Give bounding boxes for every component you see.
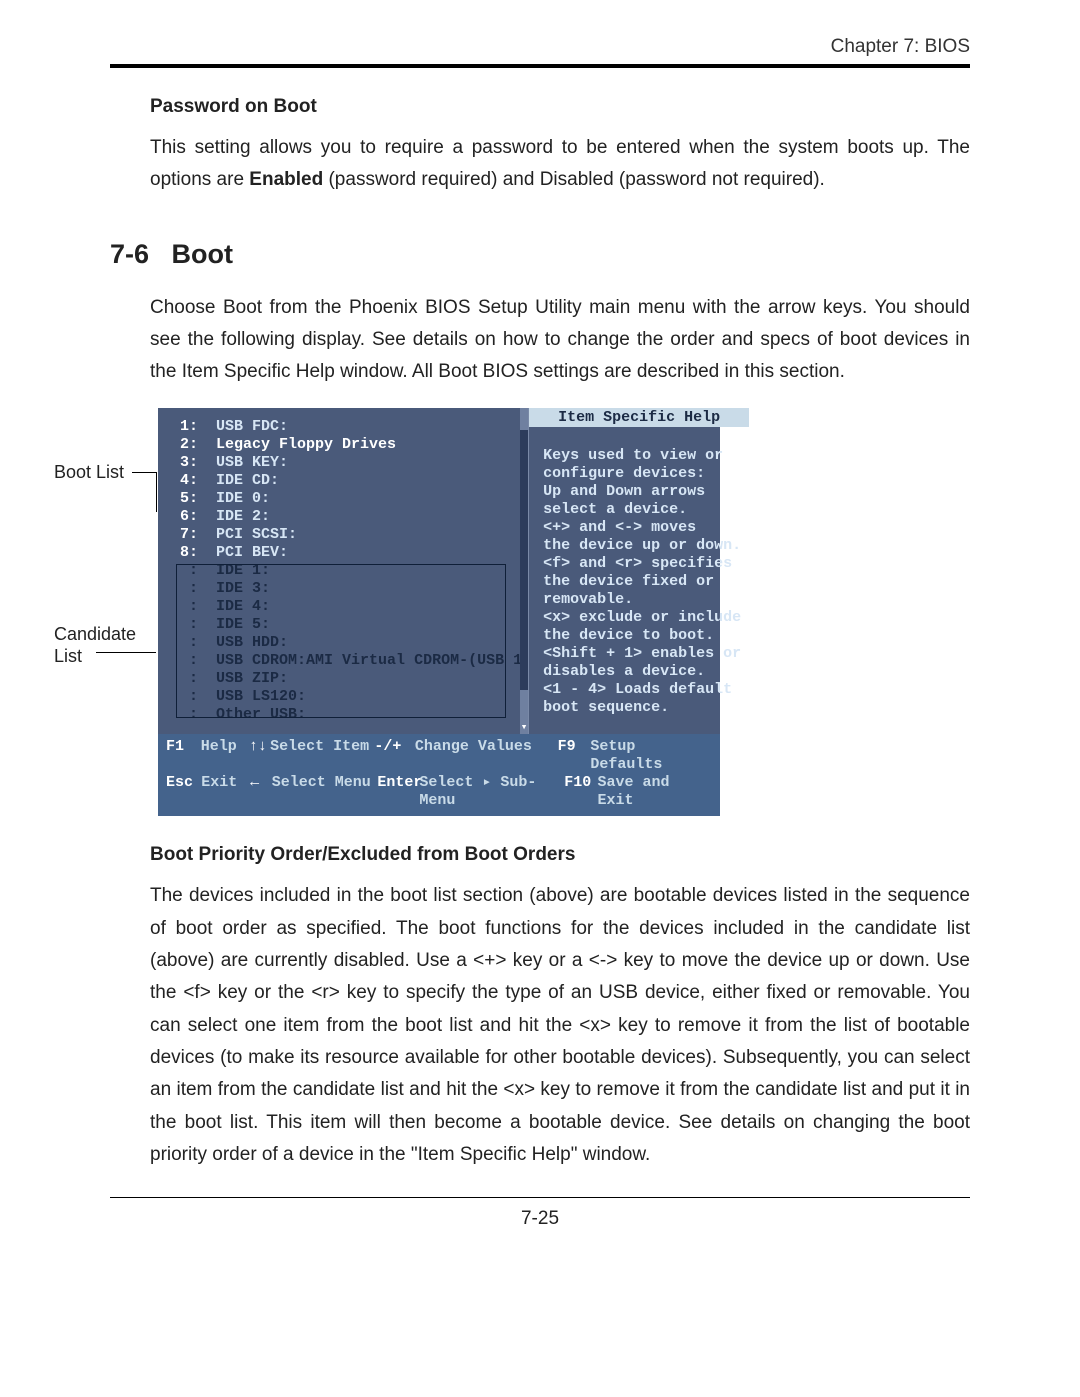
boot-priority-heading: Boot Priority Order/Excluded from Boot O… <box>150 844 970 866</box>
help-body: Keys used to view or configure devices: … <box>529 427 749 717</box>
label-candidate-1: Candidate <box>54 624 136 645</box>
boot-pane[interactable]: 1: USB FDC: 2: Legacy Floppy Drives 3: U… <box>158 408 529 734</box>
boot-priority-block: Boot Priority Order/Excluded from Boot O… <box>150 844 970 1171</box>
boot-list-item[interactable]: 3: USB KEY: <box>180 454 522 472</box>
action-help: Help <box>201 738 249 774</box>
help-line: <Shift + 1> enables or <box>543 645 741 663</box>
action-setup-defaults: Setup Defaults <box>590 738 712 774</box>
boot-list-item[interactable]: 1: USB FDC: <box>180 418 522 436</box>
password-on-boot-heading: Password on Boot <box>150 96 970 118</box>
label-candidate-2: List <box>54 646 82 667</box>
action-change-values: Change Values <box>415 738 558 774</box>
chapter-header: Chapter 7: BIOS <box>110 36 970 64</box>
candidate-list-item[interactable]: : Other USB: <box>180 706 522 724</box>
page-number: 7-25 <box>110 1208 970 1230</box>
bios-window: 1: USB FDC: 2: Legacy Floppy Drives 3: U… <box>158 408 720 816</box>
legend-row-2: Esc Exit ← Select Menu Enter Select ▸ Su… <box>166 774 712 810</box>
scrollbar-vertical[interactable]: ▾ <box>520 408 528 734</box>
action-save-exit: Save and Exit <box>597 774 712 810</box>
footer-rule <box>110 1197 970 1198</box>
pob-enabled-bold: Enabled <box>249 169 323 190</box>
section-heading: 7-6 Boot <box>110 239 970 270</box>
bios-figure: Boot List Candidate List 1: USB FDC: 2: … <box>110 408 970 816</box>
candidate-list-item[interactable]: : IDE 5: <box>180 616 522 634</box>
scrollbar-thumb[interactable] <box>520 430 528 690</box>
candidate-list-item[interactable]: : IDE 4: <box>180 598 522 616</box>
key-esc: Esc <box>166 774 201 810</box>
scroll-down-icon[interactable]: ▾ <box>520 722 528 734</box>
help-line: disables a device. <box>543 663 741 681</box>
help-title: Item Specific Help <box>529 408 749 427</box>
legend-row-1: F1 Help ↑↓ Select Item -/+ Change Values… <box>166 738 712 774</box>
candidate-list-item[interactable]: : USB ZIP: <box>180 670 522 688</box>
help-pane: Item Specific Help Keys used to view or … <box>529 408 749 734</box>
bios-top-area: 1: USB FDC: 2: Legacy Floppy Drives 3: U… <box>158 408 720 734</box>
help-line: configure devices: <box>543 465 741 483</box>
help-line: <1 - 4> Loads default <box>543 681 741 699</box>
boot-priority-text: The devices included in the boot list se… <box>150 880 970 1171</box>
label-boot-list: Boot List <box>54 462 124 483</box>
help-line: the device up or down. <box>543 537 741 555</box>
action-select-submenu: Select ▸ Sub-Menu <box>419 774 564 810</box>
updown-arrow-icon: ↑↓ <box>249 738 270 774</box>
leader-line-cand <box>96 652 156 653</box>
section-intro: Choose Boot from the Phoenix BIOS Setup … <box>150 292 970 389</box>
help-line: Keys used to view or <box>543 447 741 465</box>
candidate-list-item[interactable]: : IDE 1: <box>180 562 522 580</box>
password-on-boot-text: This setting allows you to require a pas… <box>150 132 970 197</box>
key-f10: F10 <box>564 774 597 810</box>
key-f9: F9 <box>558 738 591 774</box>
left-arrow-icon: ← <box>250 774 272 810</box>
candidate-list-item[interactable]: : USB LS120: <box>180 688 522 706</box>
leader-line-boot <box>132 472 156 473</box>
boot-list-item[interactable]: 4: IDE CD: <box>180 472 522 490</box>
candidate-list-item[interactable]: : USB CDROM:AMI Virtual CDROM-(USB 1 <box>180 652 522 670</box>
key-plusminus: -/+ <box>374 738 415 774</box>
action-select-item: Select Item <box>270 738 374 774</box>
help-line: boot sequence. <box>543 699 741 717</box>
section-intro-block: Choose Boot from the Phoenix BIOS Setup … <box>150 292 970 389</box>
help-line: select a device. <box>543 501 741 519</box>
page: Chapter 7: BIOS Password on Boot This se… <box>0 0 1080 1270</box>
bios-legend: F1 Help ↑↓ Select Item -/+ Change Values… <box>158 734 720 816</box>
action-exit: Exit <box>201 774 250 810</box>
help-line: <x> exclude or include <box>543 609 741 627</box>
boot-list-item[interactable]: 5: IDE 0: <box>180 490 522 508</box>
help-line: removable. <box>543 591 741 609</box>
candidate-list-item[interactable]: : IDE 3: <box>180 580 522 598</box>
help-line: <f> and <r> specifies <box>543 555 741 573</box>
boot-list-item[interactable]: 2: Legacy Floppy Drives <box>180 436 522 454</box>
leader-line-boot-v <box>156 472 157 512</box>
section-number: 7-6 <box>110 239 149 269</box>
boot-list-item[interactable]: 6: IDE 2: <box>180 508 522 526</box>
section-title: Boot <box>172 239 233 269</box>
password-on-boot-block: Password on Boot This setting allows you… <box>150 96 970 197</box>
header-rule <box>110 64 970 68</box>
help-line: the device fixed or <box>543 573 741 591</box>
boot-list-item[interactable]: 7: PCI SCSI: <box>180 526 522 544</box>
key-f1: F1 <box>166 738 201 774</box>
help-line: Up and Down arrows <box>543 483 741 501</box>
action-select-menu: Select Menu <box>272 774 378 810</box>
pob-text-post: (password required) and Disabled (passwo… <box>323 169 825 190</box>
key-enter: Enter <box>377 774 419 810</box>
boot-list-item[interactable]: 8: PCI BEV: <box>180 544 522 562</box>
candidate-list-item[interactable]: : USB HDD: <box>180 634 522 652</box>
help-line: the device to boot. <box>543 627 741 645</box>
help-line: <+> and <-> moves <box>543 519 741 537</box>
